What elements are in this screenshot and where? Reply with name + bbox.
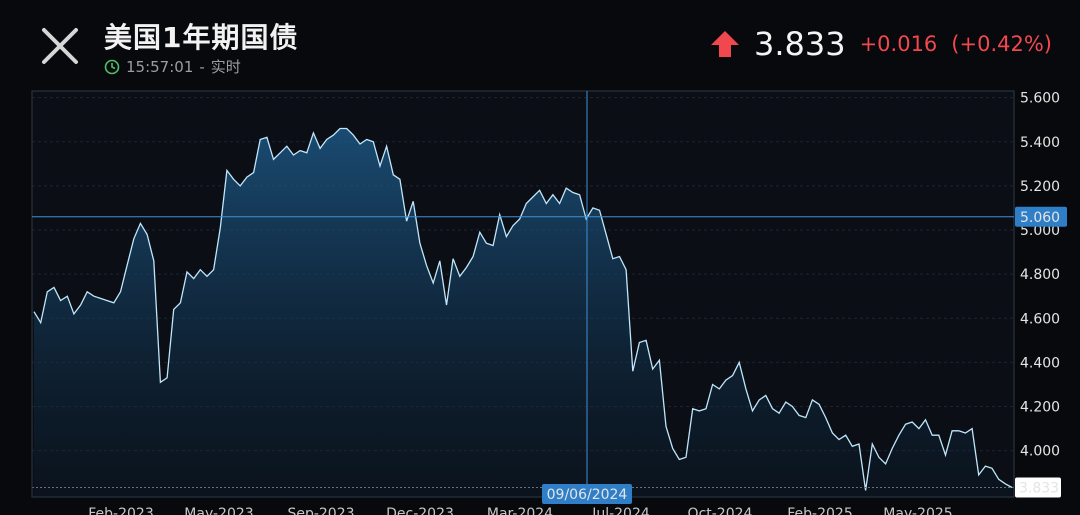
y-tick-label: 5.600 xyxy=(1020,91,1060,107)
last-price-badge: 3.833 xyxy=(1015,477,1061,498)
x-tick-label: Feb-2023 xyxy=(88,506,153,515)
y-tick-label: 4.600 xyxy=(1020,311,1060,327)
crosshair-value-badge: 5.060 xyxy=(1015,206,1067,227)
x-tick-label: Dec-2023 xyxy=(386,506,454,515)
last-price-label: 3.833 xyxy=(1019,481,1059,497)
x-tick-label: Mar-2024 xyxy=(487,506,553,515)
y-tick-label: 4.400 xyxy=(1020,355,1060,371)
y-tick-label: 4.000 xyxy=(1020,444,1060,460)
y-tick-label: 5.400 xyxy=(1020,135,1060,151)
x-tick-label: May-2025 xyxy=(883,506,952,515)
x-tick-label: Jul-2024 xyxy=(591,506,650,515)
crosshair-value-label: 5.060 xyxy=(1020,210,1060,226)
crosshair-date-badge: 09/06/2024 xyxy=(542,484,632,504)
y-tick-label: 4.200 xyxy=(1020,400,1060,416)
y-tick-label: 4.800 xyxy=(1020,267,1060,283)
x-tick-label: Oct-2024 xyxy=(688,506,753,515)
crosshair-date-label: 09/06/2024 xyxy=(547,487,628,503)
x-tick-label: Sep-2023 xyxy=(287,506,354,515)
x-tick-label: Feb-2025 xyxy=(787,506,852,515)
x-tick-label: May-2023 xyxy=(184,506,253,515)
price-chart[interactable]: 5.6005.4005.2005.0004.8004.6004.4004.200… xyxy=(0,0,1080,515)
y-tick-label: 5.200 xyxy=(1020,179,1060,195)
